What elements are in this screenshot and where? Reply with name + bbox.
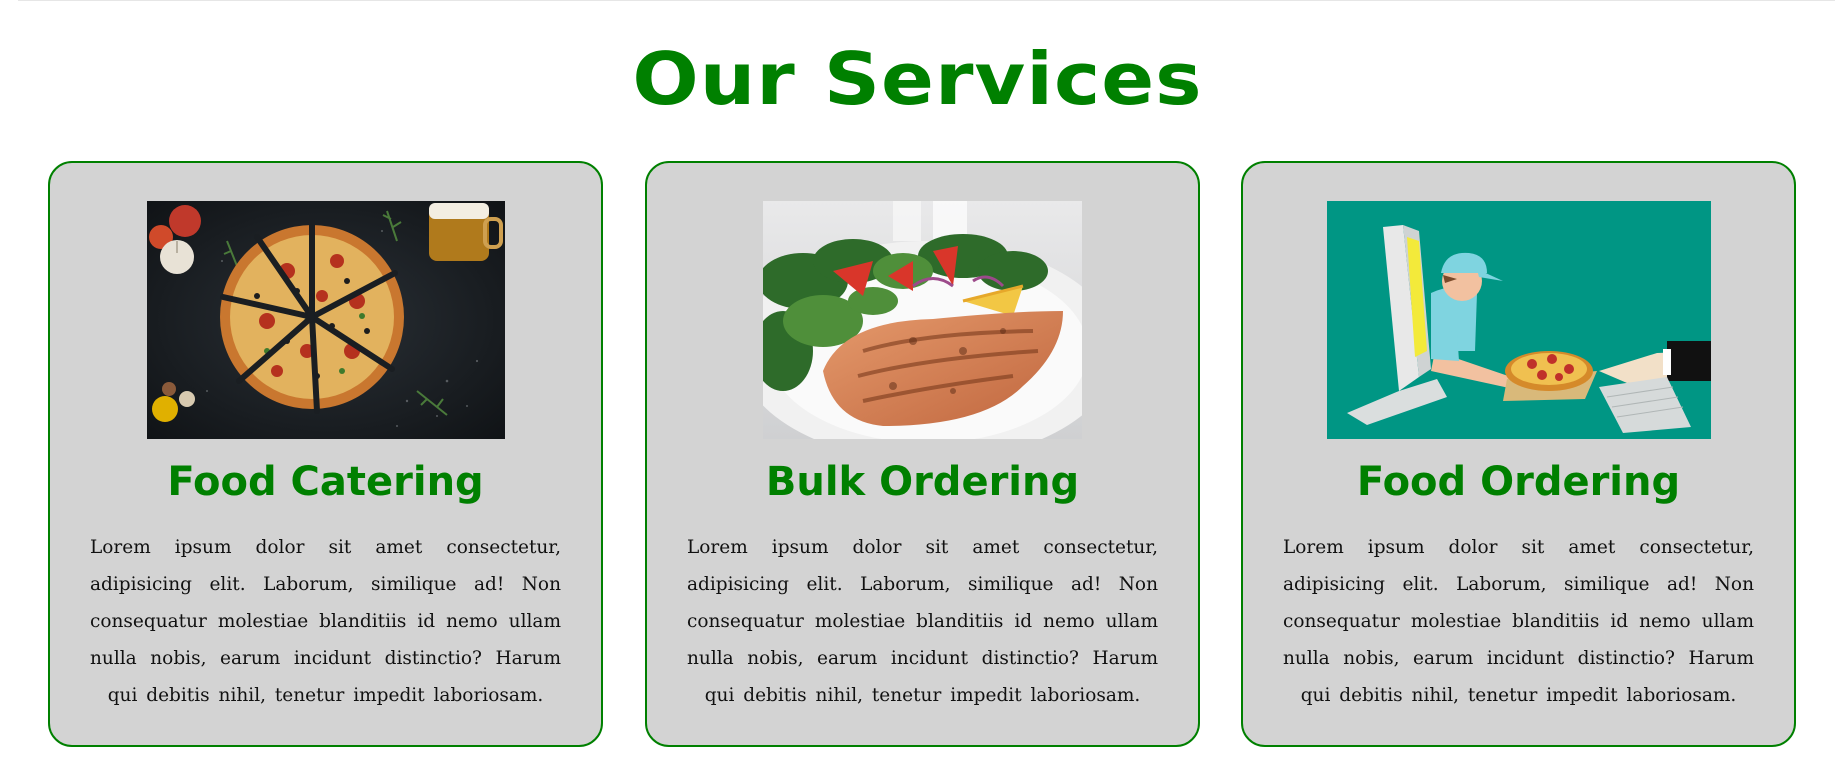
online-pizza-delivery-illustration [1326,201,1711,439]
card-title: Food Catering [167,459,484,505]
salmon-salad-photo [763,201,1082,439]
card-title: Food Ordering [1356,459,1681,505]
service-card-food-catering: Food Catering Lorem ipsum dolor sit amet… [48,161,603,747]
card-image-wrapper [647,201,1198,439]
card-title: Bulk Ordering [765,459,1080,505]
section-heading: Our Services [632,38,1203,122]
card-description: Lorem ipsum dolor sit amet consectetur, … [1283,537,1754,706]
card-description: Lorem ipsum dolor sit amet consectetur, … [90,537,561,706]
card-image-wrapper [1243,201,1794,439]
pizza-photo [146,201,505,439]
service-card-bulk-ordering: Bulk Ordering Lorem ipsum dolor sit amet… [645,161,1200,747]
card-description: Lorem ipsum dolor sit amet consectetur, … [687,537,1158,706]
card-image-wrapper [50,201,601,439]
services-section: Our Services Food Catering Lorem ipsum d… [0,0,1835,766]
service-card-food-ordering: Food Ordering Lorem ipsum dolor sit amet… [1241,161,1796,747]
service-cards: Food Catering Lorem ipsum dolor sit amet… [48,161,1798,751]
